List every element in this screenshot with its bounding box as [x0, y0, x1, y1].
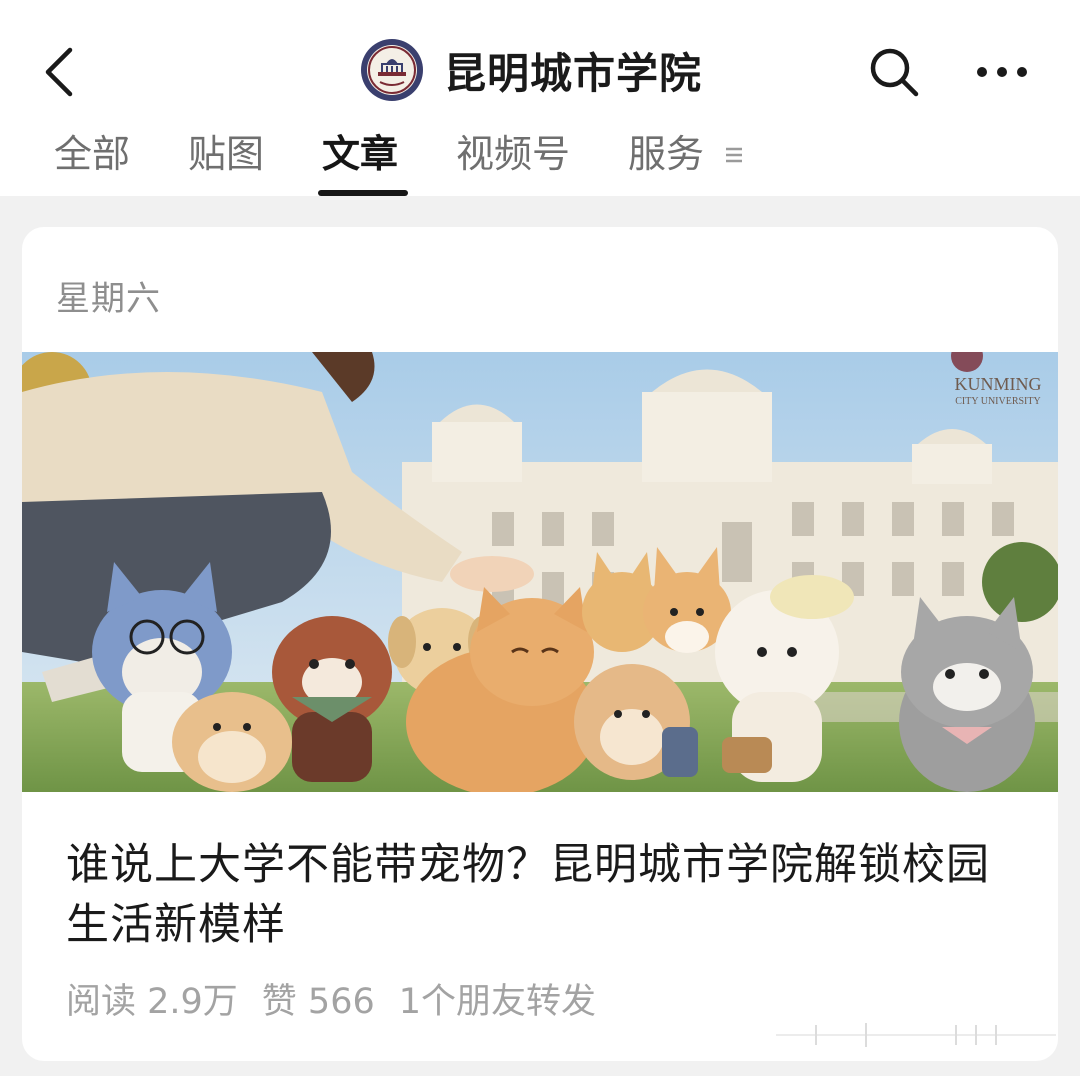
menu-icon[interactable] [722, 140, 748, 170]
account-title-group[interactable]: 昆明城市学院 [360, 38, 702, 102]
article-date: 星期六 [56, 279, 161, 319]
tab-bar: 全部 贴图 文章 视频号 服务 [0, 126, 1080, 196]
top-bar: 昆明城市学院 全部 贴图 文章 视频号 服务 [0, 0, 1080, 196]
friend-shares: 1个朋友转发 [398, 982, 597, 1022]
university-logo [361, 39, 423, 101]
tab-channels[interactable]: 视频号 [456, 126, 570, 182]
like-count: 赞 566 [261, 982, 375, 1022]
search-icon[interactable] [866, 44, 922, 100]
tab-posts[interactable]: 贴图 [188, 126, 264, 182]
more-icon[interactable] [972, 44, 1032, 100]
article-card[interactable]: 星期六 KUNMING CITY UNIVERSITY 谁说上大学不能带宠物？昆… [22, 227, 1058, 1061]
read-count: 阅读 2.9万 [66, 982, 238, 1022]
active-tab-indicator [318, 190, 408, 196]
navigation-row: 昆明城市学院 [0, 24, 1080, 116]
cover-logo-subtext: CITY UNIVERSITY [955, 396, 1040, 407]
tab-services[interactable]: 服务 [628, 126, 704, 182]
tab-articles[interactable]: 文章 [322, 126, 398, 182]
watermark-lines [776, 1023, 1056, 1047]
account-title: 昆明城市学院 [444, 48, 703, 98]
back-arrow-icon[interactable] [38, 44, 88, 100]
article-meta: 阅读 2.9万赞 566 1个朋友转发 [66, 973, 620, 1024]
article-cover-image[interactable]: KUNMING CITY UNIVERSITY [22, 352, 1058, 792]
cover-logo-text: KUNMING [955, 374, 1042, 394]
article-title[interactable]: 谁说上大学不能带宠物？昆明城市学院解锁校园生活新模样 [66, 835, 1026, 955]
tab-all[interactable]: 全部 [54, 126, 130, 182]
